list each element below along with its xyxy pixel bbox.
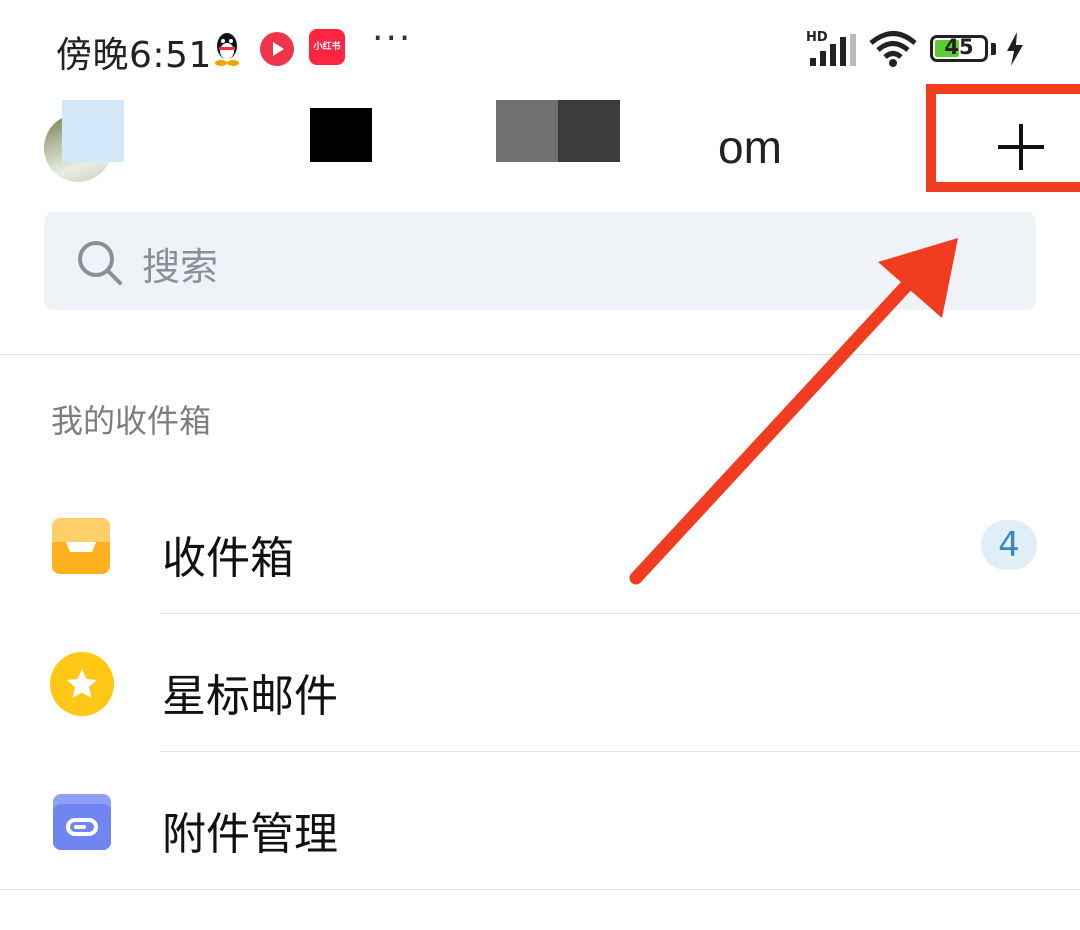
battery-icon: 45 [930,35,988,62]
red-play-icon [260,32,294,66]
status-time: 傍晚6:51 [56,35,212,76]
redaction-mask [496,100,558,162]
folder-label: 星标邮件 [162,671,338,722]
search-icon [78,241,122,285]
divider [160,751,1080,752]
add-button[interactable] [926,84,1080,192]
search-input[interactable]: 搜索 [44,212,1036,310]
account-email[interactable]: om [718,120,782,174]
divider [160,613,1080,614]
more-notifications-icon: ··· [372,18,413,59]
battery-level: 45 [944,35,974,59]
xiaohongshu-icon: 小红书 [309,29,345,65]
folder-label: 收件箱 [162,533,294,584]
cell-signal-icon [810,34,856,66]
divider [0,354,1080,355]
redaction-mask [558,100,620,162]
inbox-tray-icon [52,518,110,574]
charging-icon [1007,32,1023,66]
folder-label: 附件管理 [162,809,338,860]
star-icon [50,652,114,716]
unread-count-badge: 4 [981,520,1037,570]
folder-item-starred[interactable]: 星标邮件 [0,616,1080,752]
section-title: 我的收件箱 [51,402,212,440]
attachment-folder-icon [53,794,111,850]
redaction-mask [62,100,124,162]
qq-icon [215,33,239,66]
plus-icon [998,124,1044,170]
folder-item-inbox[interactable]: 收件箱 4 [0,478,1080,614]
search-placeholder: 搜索 [142,245,219,289]
folder-item-attachments[interactable]: 附件管理 [0,754,1080,890]
divider [0,889,1080,890]
battery-tip [991,43,996,55]
wifi-icon [869,31,917,67]
redaction-mask [310,108,372,162]
